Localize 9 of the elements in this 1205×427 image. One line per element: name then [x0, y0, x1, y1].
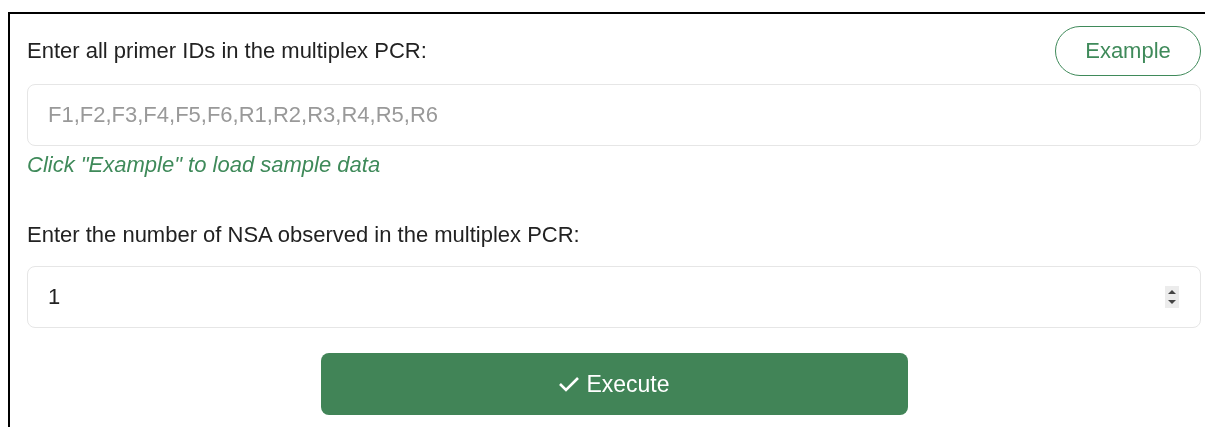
example-button[interactable]: Example: [1055, 26, 1201, 76]
primer-ids-field[interactable]: F1,F2,F3,F4,F5,F6,R1,R2,R3,R4,R5,R6: [27, 84, 1201, 146]
field-label: Enter all primer IDs in the multiplex PCR:: [27, 38, 427, 64]
field-label: Enter the number of NSA observed in the multiplex PCR:: [27, 222, 581, 248]
check-icon: [558, 375, 581, 393]
hint-text: Click "Example" to load sample data: [27, 152, 382, 178]
execute-button[interactable]: Execute: [320, 353, 908, 415]
spinner-icon[interactable]: [1165, 286, 1179, 308]
nsa-number-field[interactable]: 1: [27, 266, 1201, 328]
